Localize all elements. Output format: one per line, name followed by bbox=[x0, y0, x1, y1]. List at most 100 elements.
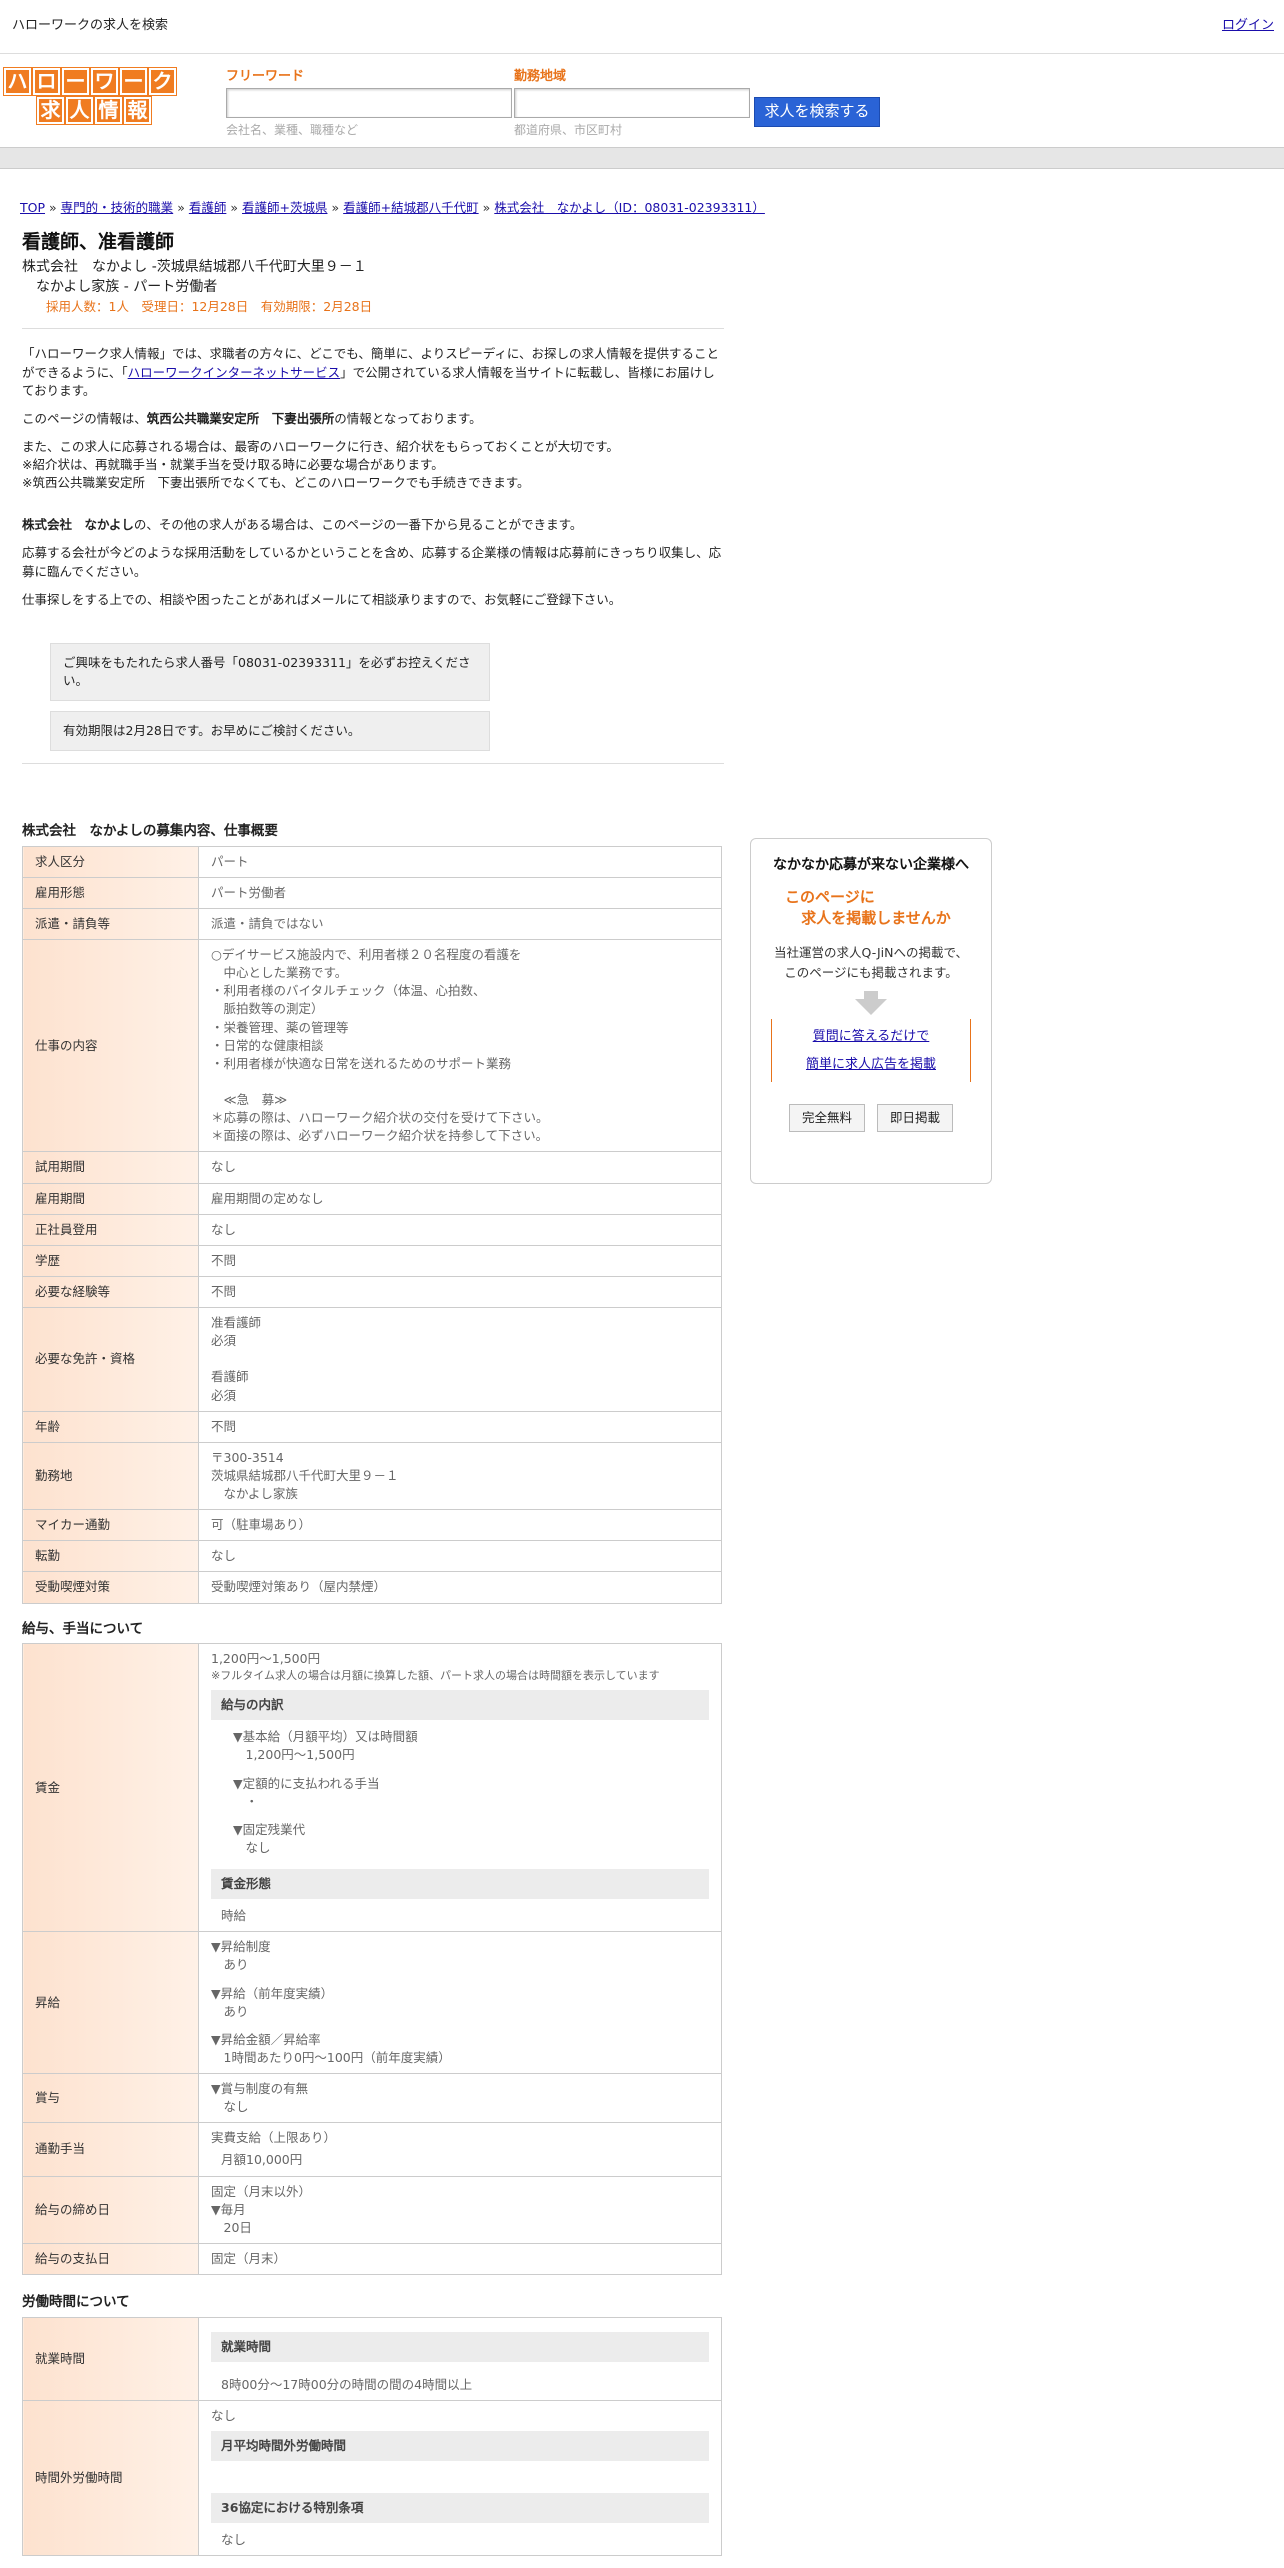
breadcrumb-top[interactable]: TOP bbox=[20, 200, 45, 215]
row-value: 1,200円〜1,500円 ※フルタイム求人の場合は月額に換算した額、パート求人… bbox=[198, 1643, 722, 1933]
logo-char: 情 bbox=[94, 96, 123, 125]
table-row: マイカー通勤 可（駐車場あり） bbox=[22, 1509, 722, 1542]
notice-expiry: 有効期限は2月28日です。お早めにご検討ください。 bbox=[50, 711, 490, 752]
site-logo[interactable]: ハ ロ ー ワ ー ク 求 人 情 報 bbox=[3, 67, 180, 126]
area-input[interactable] bbox=[514, 88, 750, 118]
row-value: なし bbox=[198, 1540, 722, 1573]
arrow-down-icon bbox=[864, 991, 878, 1000]
table-row: 雇用期間 雇用期間の定めなし bbox=[22, 1182, 722, 1215]
intro-p4: 株式会社 なかよしの、その他の求人がある場合は、このページの一番下から見ることが… bbox=[22, 517, 583, 533]
row-value: 不問 bbox=[198, 1244, 722, 1277]
same-day-button[interactable]: 即日掲載 bbox=[877, 1103, 954, 1133]
row-key: 正社員登用 bbox=[22, 1213, 199, 1246]
intro-p2: このページの情報は、筑西公共職業安定所 下妻出張所の情報となっております。 bbox=[22, 410, 482, 426]
logo-char: ー bbox=[119, 67, 148, 96]
row-key: 求人区分 bbox=[22, 845, 199, 878]
area-hint: 都道府県、市区町村 bbox=[514, 123, 623, 137]
side-ad-title: なかなか応募が来ない企業様へ bbox=[773, 857, 969, 873]
breadcrumb-category[interactable]: 専門的・技術的職業 bbox=[61, 200, 174, 215]
row-key: 勤務地 bbox=[22, 1441, 199, 1511]
login-link[interactable]: ログイン bbox=[1222, 17, 1274, 36]
row-value: 准看護師 必須 看護師 必須 bbox=[198, 1307, 722, 1412]
side-ad-buttons: 完全無料 即日掲載 bbox=[751, 1103, 991, 1133]
section-hours-title: 労働時間について bbox=[22, 2294, 130, 2311]
row-key: 時間外労働時間 bbox=[22, 2399, 199, 2557]
job-title: 看護師、准看護師 bbox=[22, 231, 175, 253]
salary-table: 賃金 1,200円〜1,500円 ※フルタイム求人の場合は月額に換算した額、パー… bbox=[22, 1643, 722, 2276]
gray-band bbox=[0, 147, 1284, 169]
row-key: マイカー通勤 bbox=[22, 1509, 199, 1542]
keyword-input[interactable] bbox=[226, 88, 512, 118]
logo-char: ハ bbox=[3, 67, 32, 96]
row-value: なし bbox=[198, 1151, 722, 1184]
table-row: 必要な免許・資格 准看護師 必須 看護師 必須 bbox=[22, 1307, 722, 1412]
intro-p1: 「ハローワーク求人情報」では、求職者の方々に、どこでも、簡単に、よりスピーディに… bbox=[22, 346, 720, 398]
row-value: パート労働者 bbox=[198, 876, 722, 909]
row-value: 派遣・請負ではない bbox=[198, 907, 722, 941]
search-button[interactable]: 求人を検索する bbox=[754, 97, 880, 127]
breadcrumb-prefecture[interactable]: 看護師+茨城県 bbox=[242, 200, 327, 215]
keyword-hint: 会社名、業種、職種など bbox=[226, 123, 359, 137]
breadcrumb-occupation[interactable]: 看護師 bbox=[189, 200, 227, 215]
side-ad-headline: このページに 求人を掲載しませんか bbox=[785, 888, 951, 928]
side-ad-link-post[interactable]: 簡単に求人広告を掲載 bbox=[772, 1051, 970, 1078]
row-value: 不問 bbox=[198, 1275, 722, 1309]
row-key: 給与の締め日 bbox=[22, 2175, 199, 2244]
table-row: 派遣・請負等 派遣・請負ではない bbox=[22, 907, 722, 941]
area-label: 勤務地域 bbox=[514, 69, 567, 84]
notice-job-number: ご興味をもたれたら求人番号「08031-02393311」を必ずお控えください。 bbox=[50, 642, 490, 702]
row-key: 就業時間 bbox=[22, 2316, 199, 2401]
table-row: 正社員登用 なし bbox=[22, 1213, 722, 1246]
row-value: 雇用期間の定めなし bbox=[198, 1182, 722, 1215]
table-row: 仕事の内容 ○デイサービス施設内で、利用者様２０名程度の看護を 中心とした業務です… bbox=[22, 939, 722, 1153]
workplace-line: なかよし家族 - パート労働者 bbox=[36, 278, 218, 295]
hellowork-internet-link[interactable]: ハローワークインターネットサービス bbox=[128, 365, 341, 380]
logo-char: ロ bbox=[32, 67, 61, 96]
row-key: 必要な免許・資格 bbox=[22, 1307, 199, 1412]
main-content: 看護師、准看護師 株式会社 なかよし -茨城県結城郡八千代町大里９－１ なかよし… bbox=[22, 230, 724, 2557]
row-key: 転勤 bbox=[22, 1540, 199, 1573]
row-key: 雇用期間 bbox=[22, 1182, 199, 1215]
intro-text: 「ハローワーク求人情報」では、求職者の方々に、どこでも、簡単に、よりスピーディに… bbox=[22, 345, 724, 752]
row-value: なし bbox=[198, 1213, 722, 1246]
row-key: 必要な経験等 bbox=[22, 1275, 199, 1309]
arrow-down-icon bbox=[855, 999, 887, 1016]
row-key: 通勤手当 bbox=[22, 2122, 199, 2177]
table-row: 勤務地 〒300-3514 茨城県結城郡八千代町大里９－１ なかよし家族 bbox=[22, 1441, 722, 1511]
row-key: 学歴 bbox=[22, 1244, 199, 1277]
top-bar: ハローワークの求人を検索 ログイン bbox=[0, 0, 1284, 54]
table-row: 転勤 なし bbox=[22, 1540, 722, 1573]
table-row: 雇用形態 パート労働者 bbox=[22, 876, 722, 909]
side-ad-link-questions[interactable]: 質問に答えるだけで bbox=[772, 1023, 970, 1050]
logo-char: ー bbox=[61, 67, 90, 96]
table-row: 賃金 1,200円〜1,500円 ※フルタイム求人の場合は月額に換算した額、パー… bbox=[22, 1643, 722, 1933]
job-overview-table: 求人区分 パート 雇用形態 パート労働者 派遣・請負等 派遣・請負ではない 仕事の内容 ○デイ… bbox=[22, 845, 722, 1604]
logo-char: 求 bbox=[36, 96, 65, 125]
row-value: 固定（月末） bbox=[198, 2242, 722, 2276]
free-button[interactable]: 完全無料 bbox=[788, 1103, 865, 1133]
keyword-label: フリーワード bbox=[226, 69, 305, 84]
table-row: 就業時間 就業時間 8時00分〜17時00分の時間の間の4時間以上 bbox=[22, 2316, 722, 2401]
table-row: 昇給 ▼昇給制度 あり ▼昇給（前年度実績） あり ▼昇給金額／昇給率 1時間あ… bbox=[22, 1931, 722, 2075]
row-key: 派遣・請負等 bbox=[22, 907, 199, 941]
side-ad: なかなか応募が来ない企業様へ このページに 求人を掲載しませんか 当社運営の求人… bbox=[750, 838, 992, 1184]
logo-char: 報 bbox=[123, 96, 152, 125]
row-key: 昇給 bbox=[22, 1931, 199, 2075]
table-row: 求人区分 パート bbox=[22, 845, 722, 878]
row-key: 給与の支払日 bbox=[22, 2242, 199, 2276]
row-value: ▼昇給制度 あり ▼昇給（前年度実績） あり ▼昇給金額／昇給率 1時間あたり0… bbox=[198, 1931, 722, 2075]
breadcrumb-company[interactable]: 株式会社 なかよし（ID：08031-02393311） bbox=[494, 200, 765, 215]
logo-char: 人 bbox=[65, 96, 94, 125]
row-value: なし 月平均時間外労働時間 36協定における特別条項 なし bbox=[198, 2399, 722, 2557]
row-value: ▼賞与制度の有無 なし bbox=[198, 2073, 722, 2124]
table-row: 受動喫煙対策 受動喫煙対策あり（屋内禁煙） bbox=[22, 1571, 722, 1604]
section-job-overview-title: 株式会社 なかよしの募集内容、仕事概要 bbox=[22, 823, 278, 840]
area-search: 勤務地域 都道府県、市区町村 bbox=[514, 68, 750, 139]
row-value: 可（駐車場あり） bbox=[198, 1509, 722, 1542]
site-title: ハローワークの求人を検索 bbox=[12, 18, 169, 34]
breadcrumb: TOP» 専門的・技術的職業» 看護師» 看護師+茨城県» 看護師+結城郡八千代町» 株式… bbox=[20, 200, 765, 215]
row-value: ○デイサービス施設内で、利用者様２０名程度の看護を 中心とした業務です。 ・利用… bbox=[198, 939, 722, 1153]
keyword-search: フリーワード 会社名、業種、職種など bbox=[226, 68, 512, 139]
row-value: 就業時間 8時00分〜17時00分の時間の間の4時間以上 bbox=[198, 2316, 722, 2401]
breadcrumb-city[interactable]: 看護師+結城郡八千代町 bbox=[343, 200, 478, 215]
